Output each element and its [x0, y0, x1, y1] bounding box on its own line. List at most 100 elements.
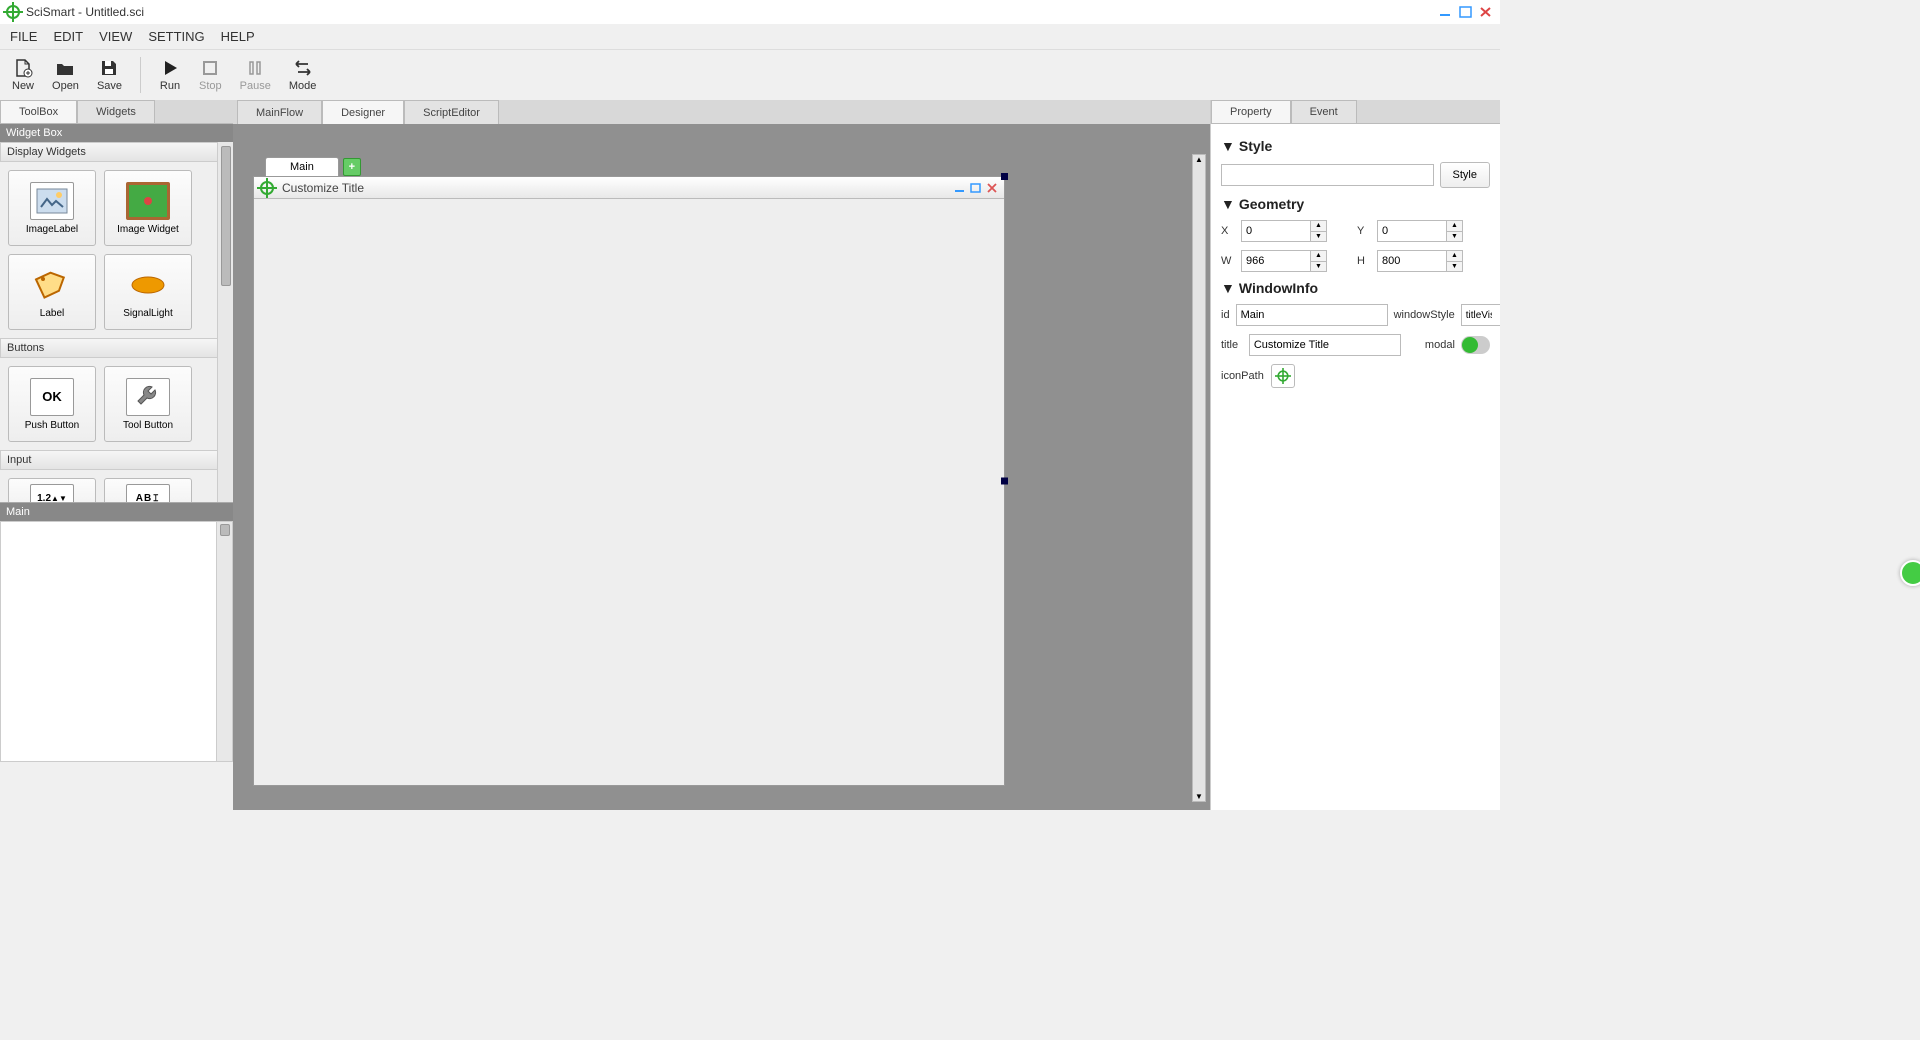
design-window[interactable]: Customize Title	[253, 176, 1005, 786]
widget-numeric-input[interactable]: 1.2▲▼	[8, 478, 96, 502]
h-spinner[interactable]: ▲▼	[1377, 250, 1463, 272]
window-titlebar: SciSmart - Untitled.sci	[0, 0, 1500, 24]
app-icon	[6, 5, 20, 19]
tab-event[interactable]: Event	[1291, 100, 1357, 123]
tab-scripteditor[interactable]: ScriptEditor	[404, 100, 499, 124]
section-windowinfo[interactable]: ▼ WindowInfo	[1221, 280, 1490, 296]
x-input[interactable]	[1242, 221, 1310, 241]
h-input[interactable]	[1378, 251, 1446, 271]
selection-handle[interactable]	[1001, 173, 1008, 180]
pause-label: Pause	[240, 80, 271, 92]
open-label: Open	[52, 80, 79, 92]
textinput-icon: AB𝙸	[126, 484, 170, 502]
design-tab-main[interactable]: Main	[265, 157, 339, 176]
close-button[interactable]	[1478, 5, 1494, 19]
section-input[interactable]: Input	[0, 450, 233, 470]
spinner-down-icon[interactable]: ▼	[1310, 232, 1326, 242]
tab-widgets[interactable]: Widgets	[77, 100, 155, 123]
tab-toolbox[interactable]: ToolBox	[0, 100, 77, 123]
spinner-up-icon[interactable]: ▲	[1446, 221, 1462, 232]
minimize-button[interactable]	[1438, 5, 1454, 19]
menu-view[interactable]: VIEW	[99, 29, 132, 44]
title-label: title	[1221, 339, 1243, 351]
style-input[interactable]	[1221, 164, 1434, 186]
design-min-icon[interactable]	[954, 183, 966, 193]
stop-button: Stop	[199, 58, 222, 92]
spinner-down-icon[interactable]: ▼	[1310, 262, 1326, 272]
toolbutton-icon	[126, 378, 170, 416]
tree-panel: Main	[0, 502, 233, 762]
property-panel: ▼ Style Style ▼ Geometry X ▲▼ Y ▲▼ W ▲▼	[1211, 124, 1500, 810]
toolbox-scrollbar[interactable]	[217, 142, 233, 502]
widget-toolbutton[interactable]: Tool Button	[104, 366, 192, 442]
tree-root[interactable]: Main	[0, 503, 233, 521]
new-file-icon	[12, 58, 34, 78]
w-input[interactable]	[1242, 251, 1310, 271]
tree-body[interactable]	[0, 521, 233, 762]
menu-edit[interactable]: EDIT	[53, 29, 83, 44]
widget-signallight-label: SignalLight	[123, 308, 172, 319]
tab-designer[interactable]: Designer	[322, 100, 404, 124]
y-spinner[interactable]: ▲▼	[1377, 220, 1463, 242]
tab-mainflow[interactable]: MainFlow	[237, 100, 322, 124]
help-bubble[interactable]	[1900, 560, 1920, 586]
modal-toggle[interactable]	[1461, 336, 1490, 354]
x-label: X	[1221, 225, 1235, 237]
label-icon	[30, 266, 74, 304]
open-button[interactable]: Open	[52, 58, 79, 92]
stop-icon	[199, 58, 221, 78]
section-buttons[interactable]: Buttons	[0, 338, 233, 358]
widget-label[interactable]: Label	[8, 254, 96, 330]
toolbox-body: Display Widgets ImageLabel Image Widget …	[0, 142, 233, 502]
tree-scrollbar[interactable]	[216, 522, 232, 761]
iconpath-button[interactable]	[1271, 364, 1295, 388]
windowstyle-value: titleVisia	[1462, 310, 1493, 321]
section-style[interactable]: ▼ Style	[1221, 138, 1490, 154]
tab-property[interactable]: Property	[1211, 100, 1291, 123]
w-spinner[interactable]: ▲▼	[1241, 250, 1327, 272]
imagelabel-icon	[30, 182, 74, 220]
canvas-scrollbar[interactable]: ▲ ▼	[1192, 154, 1206, 802]
style-button[interactable]: Style	[1440, 162, 1490, 188]
save-button[interactable]: Save	[97, 58, 122, 92]
y-input[interactable]	[1378, 221, 1446, 241]
widget-imagelabel[interactable]: ImageLabel	[8, 170, 96, 246]
widget-text-input[interactable]: AB𝙸	[104, 478, 192, 502]
iconpath-label: iconPath	[1221, 370, 1265, 382]
run-button[interactable]: Run	[159, 58, 181, 92]
title-input[interactable]	[1249, 334, 1401, 356]
design-window-icon	[260, 181, 274, 195]
maximize-button[interactable]	[1458, 5, 1474, 19]
section-geometry[interactable]: ▼ Geometry	[1221, 196, 1490, 212]
widget-signallight[interactable]: SignalLight	[104, 254, 192, 330]
add-tab-button[interactable]: +	[343, 158, 361, 176]
menu-setting[interactable]: SETTING	[148, 29, 204, 44]
design-window-title: Customize Title	[282, 181, 364, 195]
selection-handle[interactable]	[1001, 478, 1008, 485]
menu-file[interactable]: FILE	[10, 29, 37, 44]
spinner-down-icon[interactable]: ▼	[1446, 232, 1462, 242]
spinner-up-icon[interactable]: ▲	[1310, 221, 1326, 232]
id-input[interactable]	[1236, 304, 1388, 326]
menu-help[interactable]: HELP	[221, 29, 255, 44]
widget-imagewidget[interactable]: Image Widget	[104, 170, 192, 246]
spinner-up-icon[interactable]: ▲	[1446, 251, 1462, 262]
spinner-up-icon[interactable]: ▲	[1310, 251, 1326, 262]
chevron-down-icon: ▼	[1492, 310, 1500, 320]
mode-button[interactable]: Mode	[289, 58, 317, 92]
center-tabs: MainFlow Designer ScriptEditor	[233, 100, 1210, 124]
windowstyle-combo[interactable]: titleVisia ▼	[1461, 304, 1500, 326]
x-spinner[interactable]: ▲▼	[1241, 220, 1327, 242]
widget-imagelabel-label: ImageLabel	[26, 224, 78, 235]
design-close-icon[interactable]	[986, 183, 998, 193]
designer-canvas[interactable]: Main + Customize Title	[233, 124, 1210, 810]
signallight-icon	[126, 266, 170, 304]
pause-button: Pause	[240, 58, 271, 92]
new-button[interactable]: New	[12, 58, 34, 92]
caret-down-icon: ▼	[1221, 196, 1235, 212]
widget-toolbutton-label: Tool Button	[123, 420, 173, 431]
spinner-down-icon[interactable]: ▼	[1446, 262, 1462, 272]
section-display-widgets[interactable]: Display Widgets	[0, 142, 233, 162]
widget-pushbutton[interactable]: OK Push Button	[8, 366, 96, 442]
design-max-icon[interactable]	[970, 183, 982, 193]
